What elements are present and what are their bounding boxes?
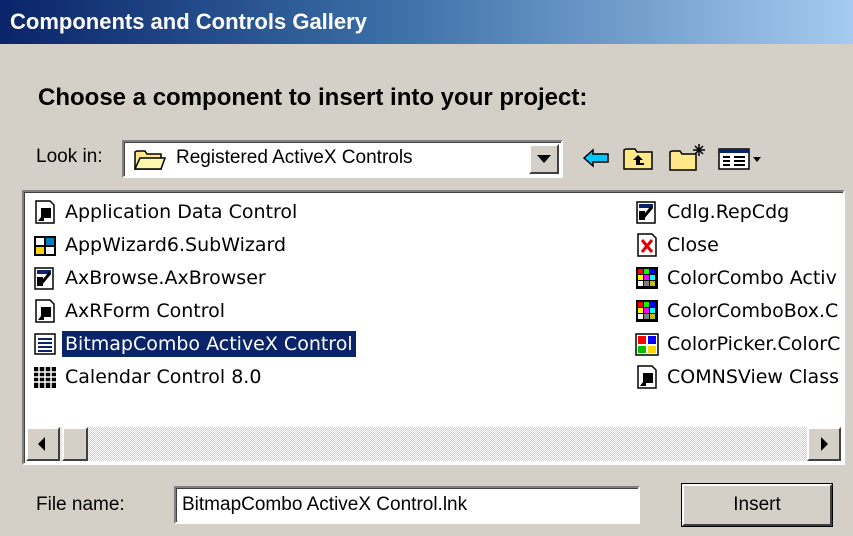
list-item[interactable]: Cdlg.RepCdg [634, 198, 792, 226]
list-item-label: Cdlg.RepCdg [667, 201, 790, 223]
lookin-value: Registered ActiveX Controls [176, 147, 413, 168]
horizontal-scrollbar[interactable] [26, 427, 841, 461]
list-item[interactable]: COMNSView Class [634, 363, 842, 391]
list-item-label: BitmapCombo ActiveX Control [62, 331, 356, 357]
list-item-label: ColorCombo Activ [667, 267, 837, 289]
list-item-label: Application Data Control [65, 201, 298, 223]
list-item-label: Calendar Control 8.0 [65, 366, 262, 388]
dialog-heading: Choose a component to insert into your p… [38, 84, 588, 111]
browser-control-icon [636, 201, 656, 224]
list-item-label: ColorComboBox.C [667, 300, 839, 322]
combo-control-icon [34, 333, 56, 355]
control-document-icon [35, 200, 55, 224]
list-item[interactable]: Close [634, 231, 722, 259]
color-picker-icon [635, 333, 659, 356]
browser-control-icon [34, 267, 54, 290]
list-item-label: COMNSView Class [667, 366, 840, 388]
calendar-icon [34, 367, 56, 388]
view-menu-icon[interactable] [716, 142, 766, 174]
control-document-icon [35, 299, 55, 323]
close-document-icon [637, 233, 657, 257]
color-grid-icon [636, 300, 658, 322]
list-item[interactable]: ColorPicker.ColorC [634, 330, 843, 358]
chevron-down-icon[interactable] [529, 144, 559, 174]
list-item[interactable]: BitmapCombo ActiveX Control [32, 330, 356, 358]
title-bar[interactable]: Components and Controls Gallery [0, 0, 853, 44]
list-item[interactable]: Application Data Control [32, 198, 300, 226]
window-title: Components and Controls Gallery [10, 9, 367, 34]
control-document-icon [637, 365, 657, 389]
list-item[interactable]: Calendar Control 8.0 [32, 363, 264, 391]
list-item[interactable]: AppWizard6.SubWizard [32, 231, 289, 259]
list-item-label: AxBrowse.AxBrowser [65, 267, 266, 289]
list-item[interactable]: ColorComboBox.C [634, 297, 841, 325]
list-item-label: Close [667, 234, 719, 256]
list-item-label: AppWizard6.SubWizard [65, 234, 287, 256]
component-list[interactable]: Application Data Control AppWizard6.SubWi… [22, 190, 845, 465]
insert-button[interactable]: Insert [682, 484, 832, 526]
list-item[interactable]: AxRForm Control [32, 297, 228, 325]
up-one-level-icon[interactable] [622, 142, 656, 174]
folder-icon [134, 150, 166, 170]
scroll-thumb[interactable] [62, 427, 88, 461]
file-name-input[interactable] [174, 486, 640, 524]
wizard-icon [34, 236, 56, 256]
back-arrow-icon[interactable] [580, 142, 612, 174]
lookin-label: Look in: [36, 146, 103, 167]
scroll-left-icon[interactable] [26, 427, 60, 461]
scroll-right-icon[interactable] [807, 427, 841, 461]
list-item[interactable]: AxBrowse.AxBrowser [32, 264, 269, 292]
file-name-label: File name: [36, 494, 125, 515]
lookin-combobox[interactable]: Registered ActiveX Controls [122, 140, 563, 178]
list-item-label: ColorPicker.ColorC [667, 333, 841, 355]
new-folder-icon[interactable] [668, 142, 708, 174]
list-item-label: AxRForm Control [65, 300, 226, 322]
list-item[interactable]: ColorCombo Activ [634, 264, 840, 292]
color-grid-icon [636, 267, 658, 289]
